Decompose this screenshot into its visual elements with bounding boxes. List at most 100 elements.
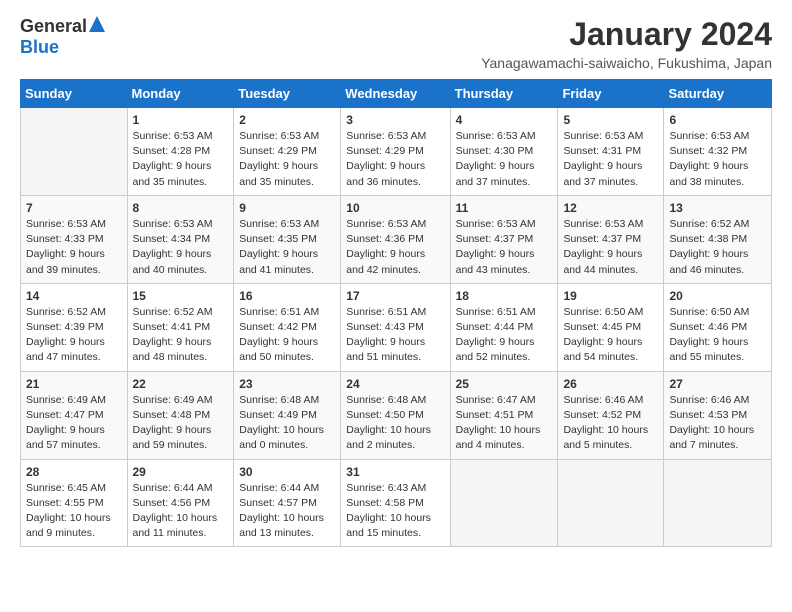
calendar-cell: 29Sunrise: 6:44 AM Sunset: 4:56 PM Dayli… (127, 459, 234, 547)
calendar-table: SundayMondayTuesdayWednesdayThursdayFrid… (20, 79, 772, 547)
calendar-cell: 20Sunrise: 6:50 AM Sunset: 4:46 PM Dayli… (664, 283, 772, 371)
day-info: Sunrise: 6:52 AM Sunset: 4:39 PM Dayligh… (26, 305, 122, 366)
calendar-cell: 16 Sunrise: 6:51 AM Sunset: 4:42 PM Dayli… (234, 283, 341, 371)
calendar-cell: 14 Sunrise: 6:52 AM Sunset: 4:39 PM Dayli… (21, 283, 128, 371)
calendar-cell: 9Sunrise: 6:53 AM Sunset: 4:35 PM Daylig… (234, 195, 341, 283)
day-info: Sunrise: 6:43 AM Sunset: 4:58 PM Dayligh… (346, 481, 444, 542)
calendar-cell: 12 Sunrise: 6:53 AM Sunset: 4:37 PM Dayli… (558, 195, 664, 283)
calendar-week-row: 1 Sunrise: 6:53 AM Sunset: 4:28 PM Daylig… (21, 108, 772, 196)
header-day: Thursday (450, 80, 558, 108)
day-info: Sunrise: 6:52 AM Sunset: 4:38 PM Dayligh… (669, 217, 766, 278)
day-info: Sunrise: 6:53 AM Sunset: 4:31 PM Dayligh… (563, 129, 658, 190)
calendar-cell: 10 Sunrise: 6:53 AM Sunset: 4:36 PM Dayli… (341, 195, 450, 283)
header-day: Friday (558, 80, 664, 108)
day-info: Sunrise: 6:53 AM Sunset: 4:33 PM Dayligh… (26, 217, 122, 278)
calendar-cell: 15 Sunrise: 6:52 AM Sunset: 4:41 PM Dayli… (127, 283, 234, 371)
day-number: 18 (456, 289, 553, 303)
calendar-cell: 19 Sunrise: 6:50 AM Sunset: 4:45 PM Dayli… (558, 283, 664, 371)
calendar-cell: 28Sunrise: 6:45 AM Sunset: 4:55 PM Dayli… (21, 459, 128, 547)
day-info: Sunrise: 6:53 AM Sunset: 4:29 PM Dayligh… (239, 129, 335, 190)
calendar-cell: 25Sunrise: 6:47 AM Sunset: 4:51 PM Dayli… (450, 371, 558, 459)
day-info: Sunrise: 6:47 AM Sunset: 4:51 PM Dayligh… (456, 393, 553, 454)
day-number: 28 (26, 465, 122, 479)
day-number: 23 (239, 377, 335, 391)
day-info: Sunrise: 6:51 AM Sunset: 4:44 PM Dayligh… (456, 305, 553, 366)
day-info: Sunrise: 6:53 AM Sunset: 4:32 PM Dayligh… (669, 129, 766, 190)
logo-icon (89, 16, 105, 32)
calendar-cell: 3 Sunrise: 6:53 AM Sunset: 4:29 PM Daylig… (341, 108, 450, 196)
day-number: 13 (669, 201, 766, 215)
calendar-cell: 11Sunrise: 6:53 AM Sunset: 4:37 PM Dayli… (450, 195, 558, 283)
day-number: 11 (456, 201, 553, 215)
header-day: Sunday (21, 80, 128, 108)
day-number: 8 (133, 201, 229, 215)
day-info: Sunrise: 6:51 AM Sunset: 4:43 PM Dayligh… (346, 305, 444, 366)
day-info: Sunrise: 6:51 AM Sunset: 4:42 PM Dayligh… (239, 305, 335, 366)
day-number: 2 (239, 113, 335, 127)
calendar-week-row: 21 Sunrise: 6:49 AM Sunset: 4:47 PM Dayli… (21, 371, 772, 459)
day-info: Sunrise: 6:44 AM Sunset: 4:57 PM Dayligh… (239, 481, 335, 542)
logo-blue: Blue (20, 37, 59, 58)
day-info: Sunrise: 6:50 AM Sunset: 4:46 PM Dayligh… (669, 305, 766, 366)
day-info: Sunrise: 6:53 AM Sunset: 4:29 PM Dayligh… (346, 129, 444, 190)
calendar-cell: 27Sunrise: 6:46 AM Sunset: 4:53 PM Dayli… (664, 371, 772, 459)
day-info: Sunrise: 6:53 AM Sunset: 4:34 PM Dayligh… (133, 217, 229, 278)
calendar-cell: 5Sunrise: 6:53 AM Sunset: 4:31 PM Daylig… (558, 108, 664, 196)
day-info: Sunrise: 6:49 AM Sunset: 4:47 PM Dayligh… (26, 393, 122, 454)
calendar-cell: 17 Sunrise: 6:51 AM Sunset: 4:43 PM Dayli… (341, 283, 450, 371)
day-info: Sunrise: 6:53 AM Sunset: 4:36 PM Dayligh… (346, 217, 444, 278)
day-info: Sunrise: 6:46 AM Sunset: 4:53 PM Dayligh… (669, 393, 766, 454)
day-number: 9 (239, 201, 335, 215)
header-day: Tuesday (234, 80, 341, 108)
calendar-cell: 2 Sunrise: 6:53 AM Sunset: 4:29 PM Daylig… (234, 108, 341, 196)
header-day: Saturday (664, 80, 772, 108)
calendar-cell: 22Sunrise: 6:49 AM Sunset: 4:48 PM Dayli… (127, 371, 234, 459)
calendar-cell: 4Sunrise: 6:53 AM Sunset: 4:30 PM Daylig… (450, 108, 558, 196)
calendar-cell: 7 Sunrise: 6:53 AM Sunset: 4:33 PM Daylig… (21, 195, 128, 283)
day-info: Sunrise: 6:46 AM Sunset: 4:52 PM Dayligh… (563, 393, 658, 454)
day-info: Sunrise: 6:52 AM Sunset: 4:41 PM Dayligh… (133, 305, 229, 366)
day-number: 21 (26, 377, 122, 391)
month-title: January 2024 (481, 16, 772, 53)
day-number: 1 (133, 113, 229, 127)
logo-general: General (20, 16, 87, 37)
calendar-cell: 6 Sunrise: 6:53 AM Sunset: 4:32 PM Daylig… (664, 108, 772, 196)
calendar-cell (558, 459, 664, 547)
calendar-cell: 26 Sunrise: 6:46 AM Sunset: 4:52 PM Dayli… (558, 371, 664, 459)
calendar-week-row: 14 Sunrise: 6:52 AM Sunset: 4:39 PM Dayli… (21, 283, 772, 371)
day-number: 19 (563, 289, 658, 303)
day-number: 14 (26, 289, 122, 303)
day-number: 12 (563, 201, 658, 215)
calendar-header: SundayMondayTuesdayWednesdayThursdayFrid… (21, 80, 772, 108)
day-number: 17 (346, 289, 444, 303)
calendar-cell (450, 459, 558, 547)
calendar-cell (664, 459, 772, 547)
day-info: Sunrise: 6:44 AM Sunset: 4:56 PM Dayligh… (133, 481, 229, 542)
day-info: Sunrise: 6:50 AM Sunset: 4:45 PM Dayligh… (563, 305, 658, 366)
day-number: 30 (239, 465, 335, 479)
location: Yanagawamachi-saiwaicho, Fukushima, Japa… (481, 55, 772, 71)
day-number: 26 (563, 377, 658, 391)
day-number: 6 (669, 113, 766, 127)
calendar-cell: 21 Sunrise: 6:49 AM Sunset: 4:47 PM Dayli… (21, 371, 128, 459)
calendar-cell: 24 Sunrise: 6:48 AM Sunset: 4:50 PM Dayli… (341, 371, 450, 459)
day-number: 3 (346, 113, 444, 127)
day-info: Sunrise: 6:53 AM Sunset: 4:28 PM Dayligh… (133, 129, 229, 190)
title-section: January 2024 Yanagawamachi-saiwaicho, Fu… (481, 16, 772, 71)
calendar-cell: 8 Sunrise: 6:53 AM Sunset: 4:34 PM Daylig… (127, 195, 234, 283)
day-info: Sunrise: 6:49 AM Sunset: 4:48 PM Dayligh… (133, 393, 229, 454)
page-header: General Blue January 2024 Yanagawamachi-… (20, 16, 772, 71)
day-number: 15 (133, 289, 229, 303)
day-info: Sunrise: 6:48 AM Sunset: 4:49 PM Dayligh… (239, 393, 335, 454)
day-info: Sunrise: 6:53 AM Sunset: 4:37 PM Dayligh… (563, 217, 658, 278)
calendar-cell: 18 Sunrise: 6:51 AM Sunset: 4:44 PM Dayli… (450, 283, 558, 371)
calendar-header-row: SundayMondayTuesdayWednesdayThursdayFrid… (21, 80, 772, 108)
calendar-cell (21, 108, 128, 196)
day-number: 24 (346, 377, 444, 391)
day-number: 10 (346, 201, 444, 215)
day-number: 16 (239, 289, 335, 303)
day-number: 7 (26, 201, 122, 215)
calendar-week-row: 28Sunrise: 6:45 AM Sunset: 4:55 PM Dayli… (21, 459, 772, 547)
calendar-cell: 31Sunrise: 6:43 AM Sunset: 4:58 PM Dayli… (341, 459, 450, 547)
day-info: Sunrise: 6:48 AM Sunset: 4:50 PM Dayligh… (346, 393, 444, 454)
